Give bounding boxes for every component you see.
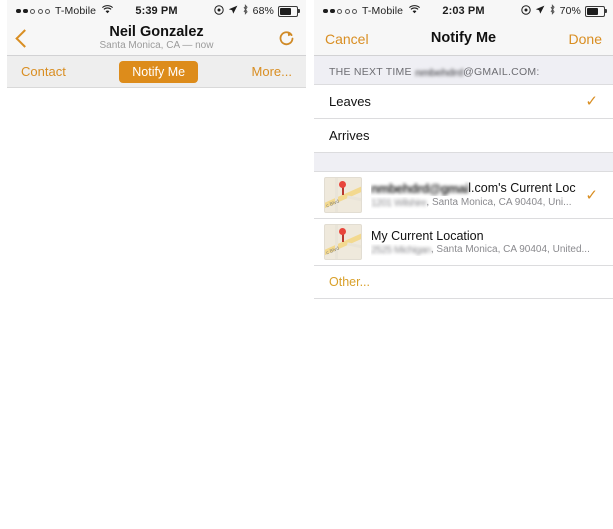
checkmark-icon: ✓ (585, 93, 598, 110)
battery-icon (278, 5, 300, 17)
panel-divider (306, 0, 314, 529)
right-nav-bar: Cancel Notify Me Done (314, 22, 613, 56)
location-address-blurred: 2525 Michigan (371, 244, 431, 256)
nav-title-block: Notify Me (358, 30, 569, 47)
right-status-bar: T-Mobile 2:03 PM 70% (314, 0, 613, 22)
page-title: Notify Me (430, 30, 497, 47)
map-thumbnail: c Blvd (324, 177, 362, 213)
option-label: Arrives (329, 128, 370, 143)
option-leaves[interactable]: Leaves ✓ (314, 85, 613, 119)
nav-title-block: Neil Gonzalez Santa Monica, CA — now (51, 24, 262, 52)
locations-group: c Blvd nmbehdrd@gmail.com's Current Loca… (314, 171, 613, 299)
section-header-suffix: @GMAIL.COM: (463, 66, 540, 78)
notify-me-button[interactable]: Notify Me (119, 60, 199, 83)
location-title: nmbehdrd@gmail.com's Current Location (371, 181, 576, 196)
location-address: 2525 Michigan, Santa Monica, CA 90404, U… (371, 244, 589, 256)
page-subtitle: Santa Monica, CA — now (99, 40, 214, 52)
chevron-left-icon (15, 29, 34, 48)
checkmark-icon: ✓ (585, 186, 598, 204)
location-title: My Current Location (371, 228, 484, 243)
location-address-suffix: , Santa Monica, CA 90404, Uni... (426, 197, 572, 208)
trigger-options-group: Leaves ✓ Arrives (314, 84, 613, 153)
location-text: My Current Location 2525 Michigan, Santa… (371, 229, 589, 256)
left-nav-bar: Neil Gonzalez Santa Monica, CA — now (7, 22, 306, 56)
list-spacer (314, 153, 613, 171)
map-thumbnail: c Blvd (324, 224, 362, 260)
refresh-button[interactable] (278, 30, 295, 47)
done-button[interactable]: Done (569, 31, 602, 47)
location-text: nmbehdrd@gmail.com's Current Location 12… (371, 181, 576, 209)
section-header: THE NEXT TIME nmbehdrd@GMAIL.COM: (314, 56, 613, 84)
right-phone-screen: T-Mobile 2:03 PM 70% Cancel Notify Me Do… (314, 0, 613, 529)
refresh-icon (279, 31, 294, 46)
map-pin-icon (339, 228, 346, 235)
map-pin-icon (339, 181, 346, 188)
location-title-suffix: l.com's Current Location (468, 181, 576, 195)
contact-action-bar: Contact Notify Me More... (7, 56, 306, 88)
other-location-button[interactable]: Other... (314, 266, 613, 299)
notify-me-list: THE NEXT TIME nmbehdrd@GMAIL.COM: Leaves… (314, 56, 613, 299)
location-address: 1201 Wilshire, Santa Monica, CA 90404, U… (371, 197, 576, 209)
left-phone-screen: T-Mobile 5:39 PM 68% Neil Gonzalez Santa… (7, 0, 306, 529)
section-header-blurred-user: nmbehdrd (414, 67, 464, 79)
battery-icon (585, 5, 607, 17)
option-arrives[interactable]: Arrives (314, 119, 613, 153)
location-row-contact-current[interactable]: c Blvd nmbehdrd@gmail.com's Current Loca… (314, 172, 613, 219)
location-address-suffix: , Santa Monica, CA 90404, United... (430, 243, 589, 255)
option-label: Leaves (329, 94, 371, 109)
more-button[interactable]: More... (252, 64, 292, 79)
location-row-my-current[interactable]: c Blvd My Current Location 2525 Michigan… (314, 219, 613, 266)
section-header-prefix: THE NEXT TIME (329, 66, 415, 78)
location-title-blurred: nmbehdrd@gmai (371, 182, 469, 196)
contact-button[interactable]: Contact (21, 64, 66, 79)
screenshot-stage: T-Mobile 5:39 PM 68% Neil Gonzalez Santa… (0, 0, 613, 529)
status-time: 5:39 PM (135, 5, 178, 17)
location-address-blurred: 1201 Wilshire (371, 198, 427, 209)
back-button[interactable] (15, 29, 34, 48)
page-title: Neil Gonzalez (109, 24, 204, 41)
done-button-wrap[interactable]: Done (569, 31, 602, 47)
left-status-bar: T-Mobile 5:39 PM 68% (7, 0, 306, 22)
status-time: 2:03 PM (442, 5, 485, 17)
